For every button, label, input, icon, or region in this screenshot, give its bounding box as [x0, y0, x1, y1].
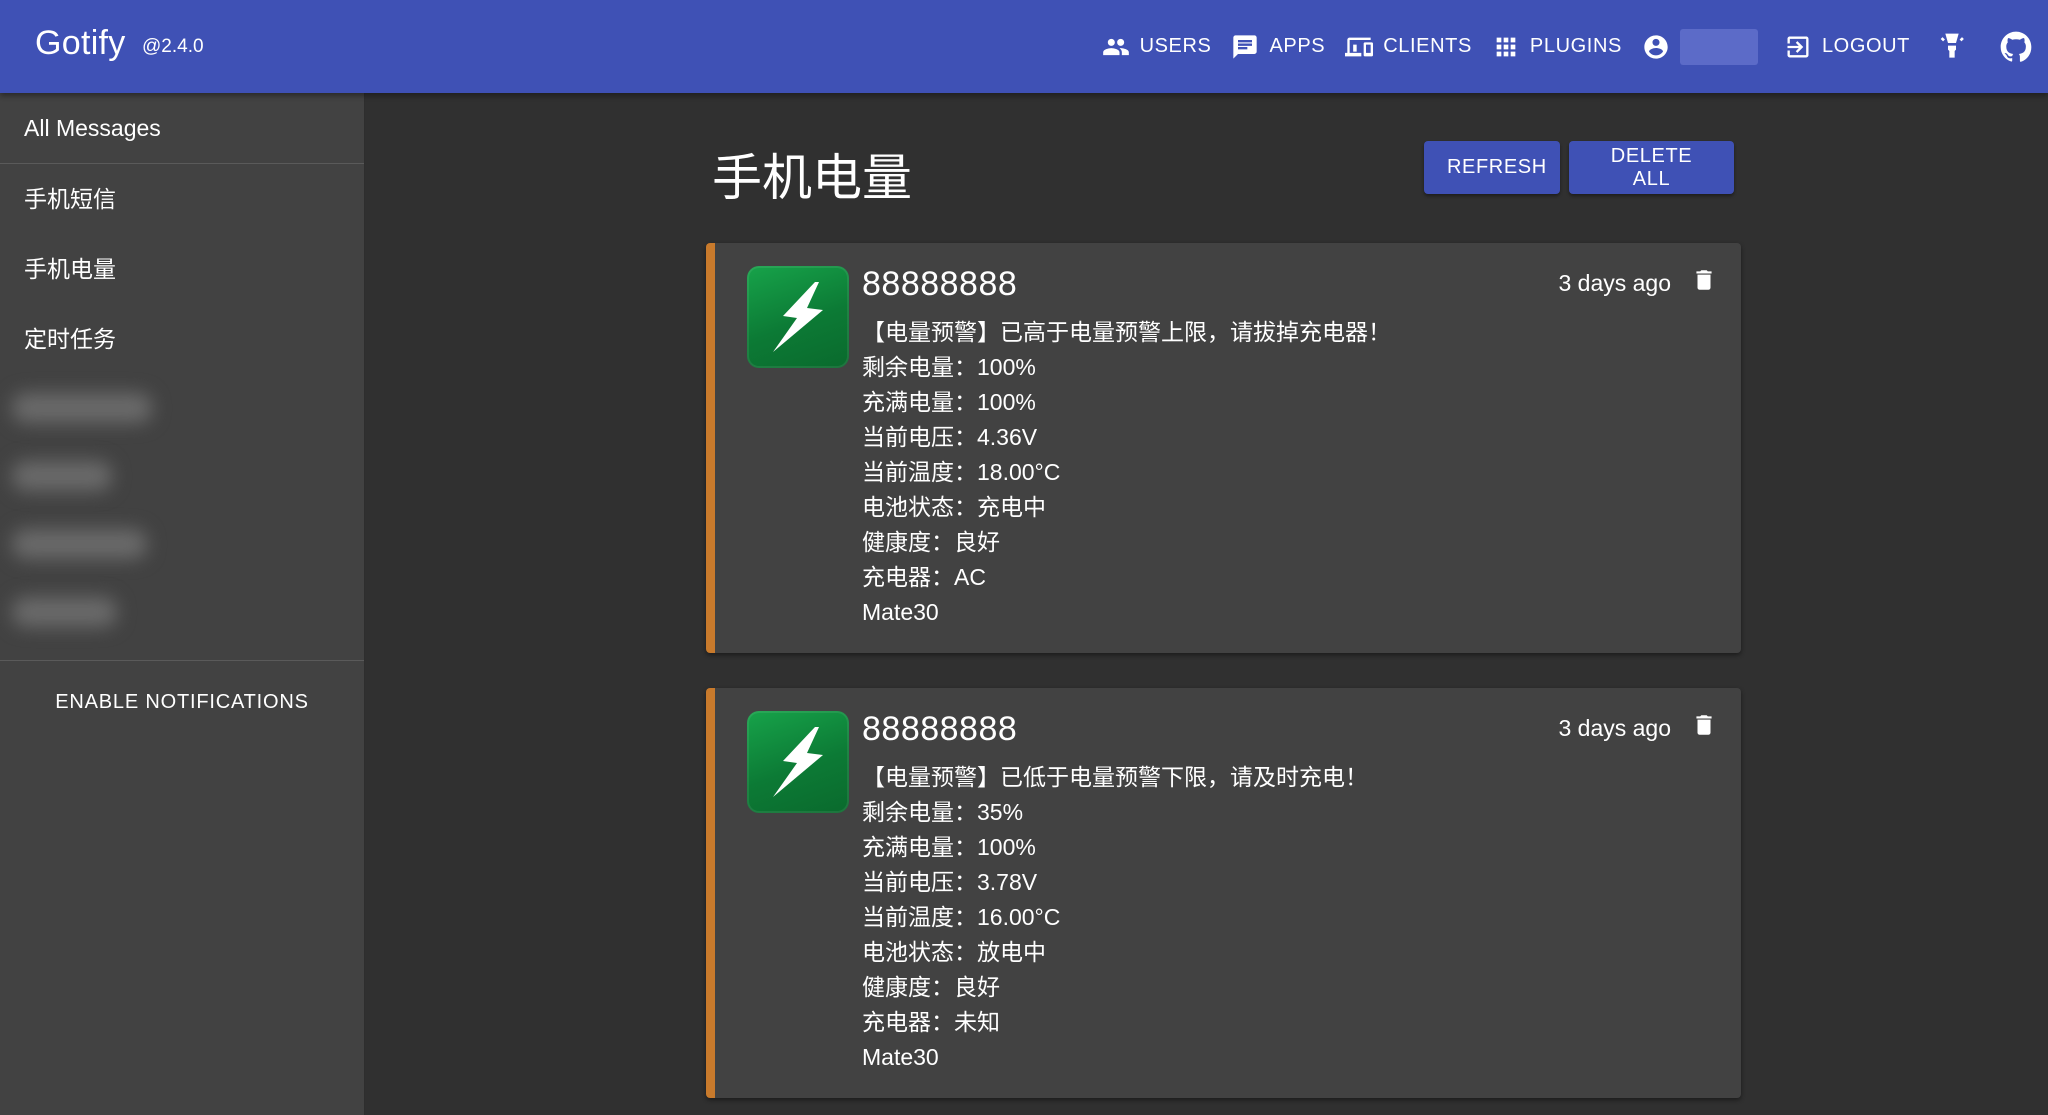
- lightning-bolt-icon: [773, 727, 823, 797]
- app-bar: Gotify @2.4.0 USERS APPS CLIENTS PLUGINS…: [0, 0, 2048, 93]
- lightning-bolt-icon: [773, 282, 823, 352]
- message-line: 【电量预警】已低于电量预警下限，请及时充电！: [862, 764, 1368, 790]
- plugins-label: PLUGINS: [1529, 35, 1622, 57]
- message-line: 剩余电量：35%: [862, 799, 1024, 825]
- message-line: 当前电压：4.36V: [862, 424, 1038, 450]
- message-line: 剩余电量：100%: [862, 354, 1036, 380]
- apps-label: APPS: [1269, 35, 1326, 57]
- logout-label: LOGOUT: [1821, 35, 1910, 57]
- blurred-label: [12, 461, 112, 491]
- version-label: @2.4.0: [142, 36, 204, 57]
- top-nav: USERS APPS CLIENTS PLUGINS LOGOUT: [1092, 0, 2048, 93]
- message-line: 健康度：良好: [862, 529, 1000, 555]
- delete-all-button[interactable]: DELETE ALL: [1569, 141, 1734, 194]
- github-link[interactable]: [1984, 24, 2048, 70]
- message-line: 【电量预警】已高于电量预警上限，请拔掉充电器！: [862, 319, 1391, 345]
- message-line: 充电器：未知: [862, 1009, 1000, 1035]
- trash-icon: [1696, 715, 1712, 735]
- grid-icon: [1496, 37, 1516, 56]
- message-title: 88888888: [862, 710, 1018, 748]
- app-icon: [747, 711, 849, 813]
- sidebar-divider: [0, 660, 364, 661]
- message-line: 充电器：AC: [862, 564, 986, 590]
- github-icon: [2000, 31, 2032, 62]
- users-button[interactable]: USERS: [1092, 24, 1222, 70]
- devices-icon: [1345, 37, 1374, 56]
- message-date: 3 days ago: [1558, 270, 1671, 296]
- account-circle-icon: [1644, 34, 1668, 59]
- message-line: 当前电压：3.78V: [862, 869, 1038, 895]
- theme-toggle-button[interactable]: [1920, 24, 1984, 70]
- delete-message-button[interactable]: [1687, 708, 1721, 742]
- message-line: Mate30: [862, 1044, 939, 1070]
- message-body: 【电量预警】已高于电量预警上限，请拔掉充电器！ 剩余电量：100% 充满电量：1…: [862, 315, 1391, 630]
- clients-button[interactable]: CLIENTS: [1335, 24, 1482, 70]
- sidebar: All Messages 手机短信 手机电量 定时任务 ENABLE NOTIF…: [0, 93, 365, 1115]
- account-button[interactable]: [1632, 24, 1774, 70]
- users-label: USERS: [1139, 35, 1212, 57]
- apps-button[interactable]: APPS: [1221, 24, 1335, 70]
- message-line: Mate30: [862, 599, 939, 625]
- message-title: 88888888: [862, 265, 1018, 303]
- sidebar-item-redacted[interactable]: [0, 442, 364, 510]
- sidebar-item-app[interactable]: 手机短信: [0, 164, 364, 234]
- refresh-button[interactable]: REFRESH: [1424, 141, 1560, 194]
- app-icon: [747, 266, 849, 368]
- chat-icon: [1233, 34, 1258, 59]
- sidebar-item-app[interactable]: 手机电量: [0, 234, 364, 304]
- plugins-button[interactable]: PLUGINS: [1482, 24, 1632, 70]
- message-line: 充满电量：100%: [862, 389, 1036, 415]
- logout-icon: [1787, 36, 1809, 57]
- logout-button[interactable]: LOGOUT: [1774, 24, 1920, 70]
- message-card: 88888888 3 days ago 【电量预警】已低于电量预警下限，请及时充…: [706, 688, 1741, 1098]
- blurred-label: [12, 597, 117, 627]
- message-line: 健康度：良好: [862, 974, 1000, 1000]
- delete-message-button[interactable]: [1687, 263, 1721, 297]
- message-date: 3 days ago: [1558, 715, 1671, 741]
- brand-title[interactable]: Gotify: [35, 24, 126, 63]
- users-icon: [1102, 38, 1129, 55]
- sidebar-item-redacted[interactable]: [0, 578, 364, 646]
- page-title: 手机电量: [712, 150, 912, 206]
- redacted-username: [1679, 28, 1758, 65]
- sidebar-item-app[interactable]: 定时任务: [0, 304, 364, 374]
- message-body: 【电量预警】已低于电量预警下限，请及时充电！ 剩余电量：35% 充满电量：100…: [862, 760, 1368, 1075]
- clients-label: CLIENTS: [1383, 35, 1472, 57]
- message-line: 充满电量：100%: [862, 834, 1036, 860]
- sidebar-item-all-messages[interactable]: All Messages: [0, 93, 364, 164]
- message-line: 电池状态：放电中: [862, 939, 1046, 965]
- blurred-label: [12, 393, 152, 423]
- message-line: 电池状态：充电中: [862, 494, 1046, 520]
- sidebar-item-redacted[interactable]: [0, 510, 364, 578]
- trash-icon: [1696, 270, 1712, 290]
- enable-notifications-button[interactable]: ENABLE NOTIFICATIONS: [0, 691, 364, 714]
- sidebar-item-redacted[interactable]: [0, 374, 364, 442]
- message-line: 当前温度：16.00°C: [862, 904, 1061, 930]
- message-line: 当前温度：18.00°C: [862, 459, 1061, 485]
- blurred-label: [12, 529, 147, 559]
- lightbulb-icon: [1940, 33, 1964, 58]
- message-card: 88888888 3 days ago 【电量预警】已高于电量预警上限，请拔掉充…: [706, 243, 1741, 653]
